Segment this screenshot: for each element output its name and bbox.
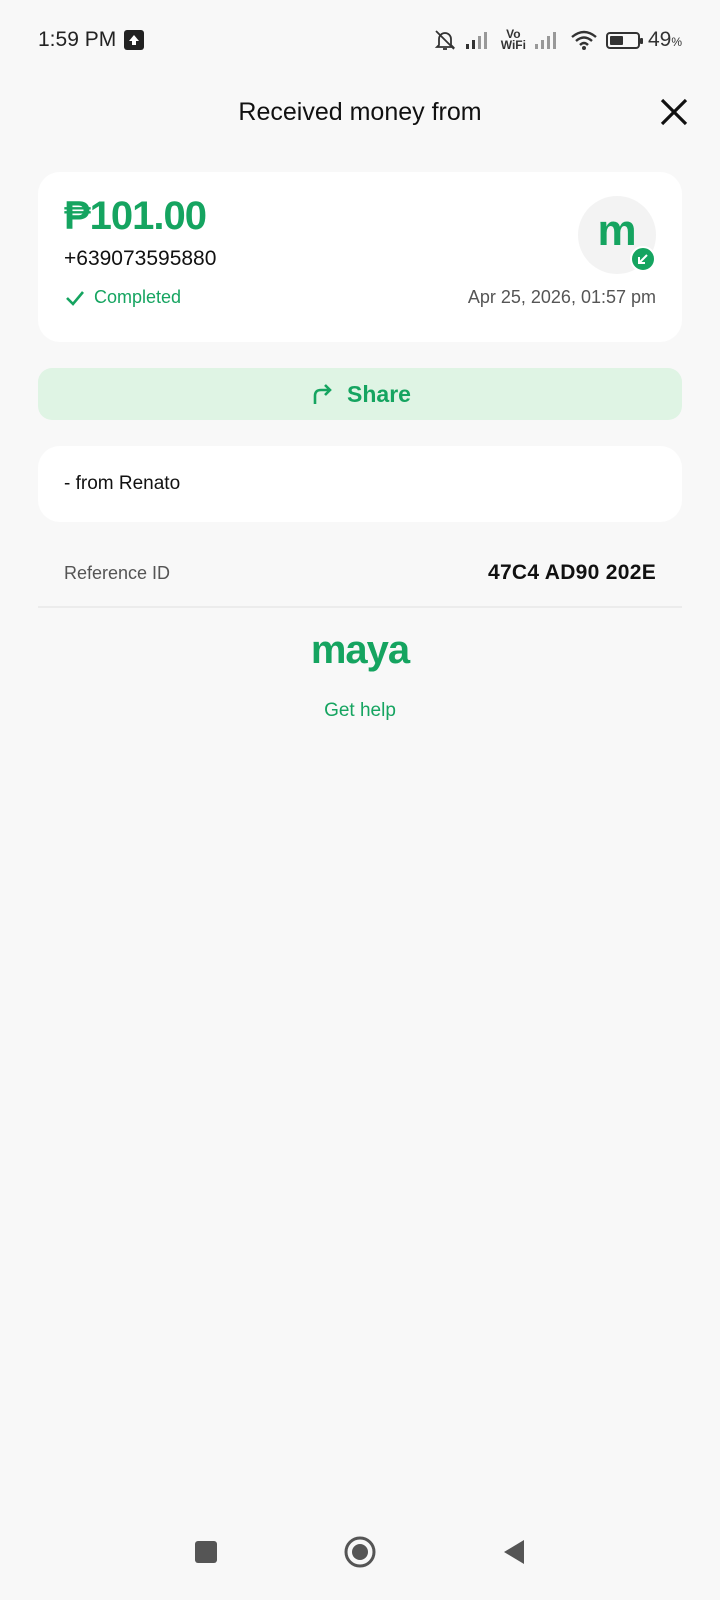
back-triangle-icon: [504, 1540, 524, 1564]
check-icon: [66, 290, 84, 306]
get-help-link[interactable]: Get help: [0, 700, 720, 722]
amount: ₱101.00: [64, 194, 207, 238]
reference-row: Reference ID 47C4 AD90 202E: [38, 540, 682, 608]
reference-label: Reference ID: [64, 562, 171, 583]
signal-icon: [465, 32, 487, 49]
page-title: Received money from: [238, 97, 482, 126]
message-card: - from Renato: [38, 446, 682, 522]
bell-off-icon: [434, 30, 455, 50]
vowifi-indicator: Vo WiFi: [500, 28, 526, 52]
status-left: 1:59 PM: [38, 28, 145, 52]
square-icon: [195, 1541, 217, 1563]
status-right: Vo WiFi 49%: [433, 28, 682, 52]
battery-percent: 49%: [648, 28, 682, 52]
avatar-letter: m: [597, 206, 637, 255]
upload-notification-icon: [124, 30, 145, 50]
transaction-card: ₱101.00 +639073595880 Completed Apr 25, …: [38, 172, 682, 342]
reference-value: 47C4 AD90 202E: [487, 561, 656, 584]
vowifi-bottom: WiFi: [500, 38, 526, 52]
status-time: 1:59 PM: [38, 28, 117, 51]
status-row: Completed Apr 25, 2026, 01:57 pm: [64, 287, 656, 308]
status-label: Completed: [94, 287, 182, 307]
message-text: - from Renato: [64, 473, 181, 494]
share-arrow-icon: [313, 384, 332, 404]
transaction-datetime: Apr 25, 2026, 01:57 pm: [467, 287, 656, 307]
share-label: Share: [347, 380, 411, 407]
battery-fill: [609, 35, 623, 45]
battery-icon: [605, 31, 643, 49]
recent-apps-button[interactable]: [188, 1534, 224, 1570]
status-completed: Completed: [64, 287, 181, 308]
signal-2-icon: [534, 32, 556, 49]
arrow-down-left-icon: [630, 246, 656, 272]
close-icon: [660, 98, 688, 126]
header: Received money from: [0, 80, 720, 144]
sender-phone: +639073595880: [64, 247, 217, 270]
home-button[interactable]: [342, 1534, 378, 1570]
back-button[interactable]: [496, 1534, 532, 1570]
circle-icon: [344, 1536, 376, 1568]
system-nav-bar: [0, 1504, 720, 1600]
maya-logo: maya: [310, 628, 410, 672]
share-button[interactable]: Share: [38, 368, 682, 420]
status-bar: 1:59 PM Vo WiFi 49%: [0, 0, 720, 80]
battery-percent-unit: %: [671, 35, 682, 49]
avatar: m: [578, 196, 656, 274]
close-button[interactable]: [656, 94, 692, 130]
wifi-icon: [571, 30, 597, 50]
battery-percent-value: 49: [647, 28, 672, 51]
